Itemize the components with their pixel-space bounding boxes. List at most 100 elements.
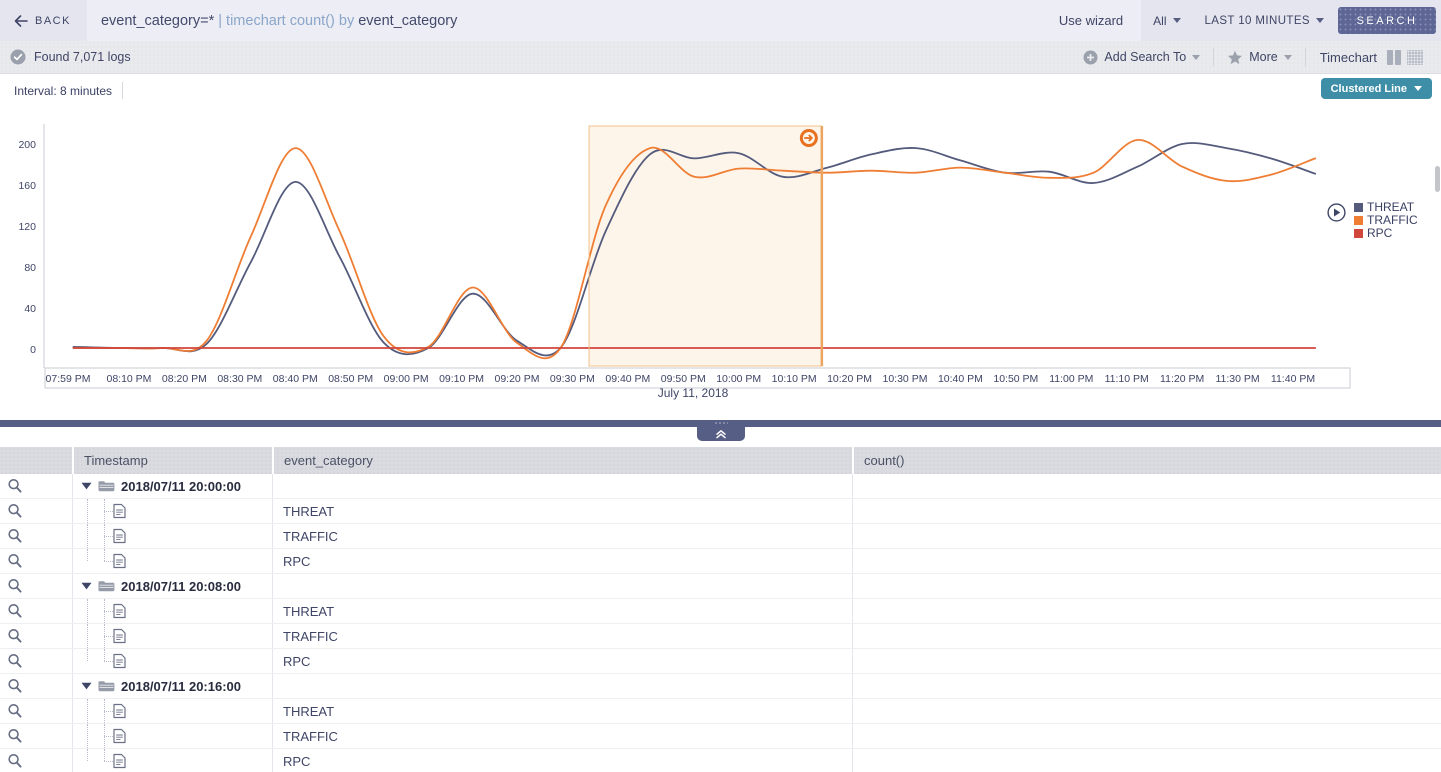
table-row-group[interactable]: 2018/07/11 20:16:00 (0, 674, 1441, 699)
magnifier-icon[interactable] (7, 503, 23, 519)
document-icon (113, 704, 126, 719)
search-button[interactable]: SEARCH (1338, 7, 1436, 34)
table-row-event[interactable]: TRAFFIC (0, 724, 1441, 749)
document-icon (113, 629, 126, 644)
svg-text:10:30 PM: 10:30 PM (883, 373, 928, 385)
magnifier-icon[interactable] (7, 728, 23, 744)
use-wizard-link[interactable]: Use wizard (1059, 13, 1127, 28)
magnifier-icon[interactable] (7, 603, 23, 619)
svg-text:09:10 PM: 09:10 PM (439, 373, 484, 385)
double-chevron-up-icon (715, 429, 727, 439)
column-header-timestamp[interactable]: Timestamp (72, 447, 272, 474)
folder-icon (98, 680, 115, 692)
svg-text:11:00 PM: 11:00 PM (1049, 373, 1093, 385)
magnifier-icon[interactable] (7, 578, 23, 594)
scope-dropdown[interactable]: All (1141, 0, 1192, 41)
back-label: BACK (35, 15, 71, 27)
time-range-value: LAST 10 MINUTES (1205, 15, 1311, 27)
svg-text:08:50 PM: 08:50 PM (328, 373, 373, 385)
back-button[interactable]: BACK (0, 0, 87, 41)
chevron-down-icon (1316, 18, 1324, 23)
add-search-to-label: Add Search To (1104, 50, 1186, 64)
collapse-triangle-icon[interactable] (81, 582, 92, 590)
document-icon (113, 529, 126, 544)
panel-divider[interactable] (0, 420, 1441, 427)
chart-type-dropdown[interactable]: Clustered Line (1321, 78, 1432, 99)
table-row-event[interactable]: TRAFFIC (0, 624, 1441, 649)
event-category-value: TRAFFIC (283, 729, 338, 744)
table-row-group[interactable]: 2018/07/11 20:00:00 (0, 474, 1441, 499)
group-timestamp: 2018/07/11 20:00:00 (121, 479, 241, 494)
event-category-value: TRAFFIC (283, 529, 338, 544)
tree-line (87, 524, 88, 548)
column-header-count[interactable]: count() (852, 447, 1441, 474)
tree-line (104, 636, 113, 637)
svg-text:11:10 PM: 11:10 PM (1105, 373, 1149, 385)
svg-text:09:40 PM: 09:40 PM (605, 373, 650, 385)
group-timestamp: 2018/07/11 20:08:00 (121, 579, 241, 594)
magnifier-icon[interactable] (7, 628, 23, 644)
magnifier-icon[interactable] (7, 553, 23, 569)
tree-line (87, 699, 88, 723)
svg-text:09:50 PM: 09:50 PM (661, 373, 706, 385)
table-body: 2018/07/11 20:00:00 THREAT TRAFFIC RPC 2018/… (0, 474, 1441, 772)
top-search-bar: BACK event_category=* | timechart count(… (0, 0, 1441, 41)
scope-value: All (1153, 14, 1166, 28)
chart-legend: THREAT TRAFFIC RPC (1354, 201, 1418, 240)
svg-text:11:40 PM: 11:40 PM (1271, 373, 1315, 385)
grid-view-icon[interactable] (1407, 50, 1423, 65)
drag-handle-icon (714, 422, 728, 424)
magnifier-icon[interactable] (7, 703, 23, 719)
table-row-event[interactable]: TRAFFIC (0, 524, 1441, 549)
event-category-value: THREAT (283, 504, 334, 519)
group-timestamp: 2018/07/11 20:16:00 (121, 679, 241, 694)
event-category-value: RPC (283, 654, 310, 669)
interval-label: Interval: 8 minutes (14, 84, 112, 98)
tree-line (104, 749, 105, 761)
tree-line (104, 536, 113, 537)
more-label: More (1249, 50, 1277, 64)
column-header-event-category[interactable]: event_category (272, 447, 852, 474)
found-logs-text: Found 7,071 logs (34, 50, 131, 64)
magnifier-icon[interactable] (7, 678, 23, 694)
check-circle-icon (10, 49, 26, 65)
collapse-triangle-icon[interactable] (81, 682, 92, 690)
document-icon (113, 554, 126, 569)
magnifier-icon[interactable] (7, 478, 23, 494)
query-segment: | timechart count() by (218, 13, 358, 29)
rpc-swatch-icon (1354, 229, 1363, 238)
timechart-canvas[interactable]: 0408012016020007:59 PM08:10 PM08:20 PM08… (0, 74, 1441, 420)
time-range-dropdown[interactable]: LAST 10 MINUTES (1193, 0, 1337, 41)
table-row-event[interactable]: RPC (0, 549, 1441, 574)
magnifier-icon[interactable] (7, 653, 23, 669)
document-icon (113, 504, 126, 519)
magnifier-icon[interactable] (7, 753, 23, 769)
event-category-value: THREAT (283, 604, 334, 619)
collapse-triangle-icon[interactable] (81, 482, 92, 490)
svg-text:200: 200 (18, 139, 36, 151)
add-search-to-button[interactable]: Add Search To (1070, 50, 1213, 65)
table-row-event[interactable]: THREAT (0, 699, 1441, 724)
tree-line (104, 661, 113, 662)
query-segment: event_category=* (101, 13, 218, 29)
collapse-strip (0, 427, 1441, 447)
view-mode-label: Timechart (1306, 50, 1387, 65)
table-row-group[interactable]: 2018/07/11 20:08:00 (0, 574, 1441, 599)
svg-text:08:10 PM: 08:10 PM (106, 373, 151, 385)
event-category-value: RPC (283, 554, 310, 569)
chevron-down-icon (1173, 18, 1181, 23)
table-row-event[interactable]: THREAT (0, 599, 1441, 624)
more-button[interactable]: More (1214, 50, 1304, 65)
table-row-event[interactable]: RPC (0, 649, 1441, 674)
magnifier-icon[interactable] (7, 528, 23, 544)
play-button[interactable] (1327, 203, 1346, 222)
table-row-event[interactable]: THREAT (0, 499, 1441, 524)
table-row-event[interactable]: RPC (0, 749, 1441, 772)
legend-item-rpc[interactable]: RPC (1354, 227, 1418, 240)
scrollbar-thumb[interactable] (1435, 166, 1440, 192)
collapse-panel-button[interactable] (697, 427, 745, 441)
columns-view-icon[interactable] (1387, 50, 1401, 65)
interval-separator (122, 82, 123, 99)
tree-line (87, 499, 88, 523)
search-query-input[interactable]: event_category=* | timechart count() by … (87, 0, 1141, 41)
